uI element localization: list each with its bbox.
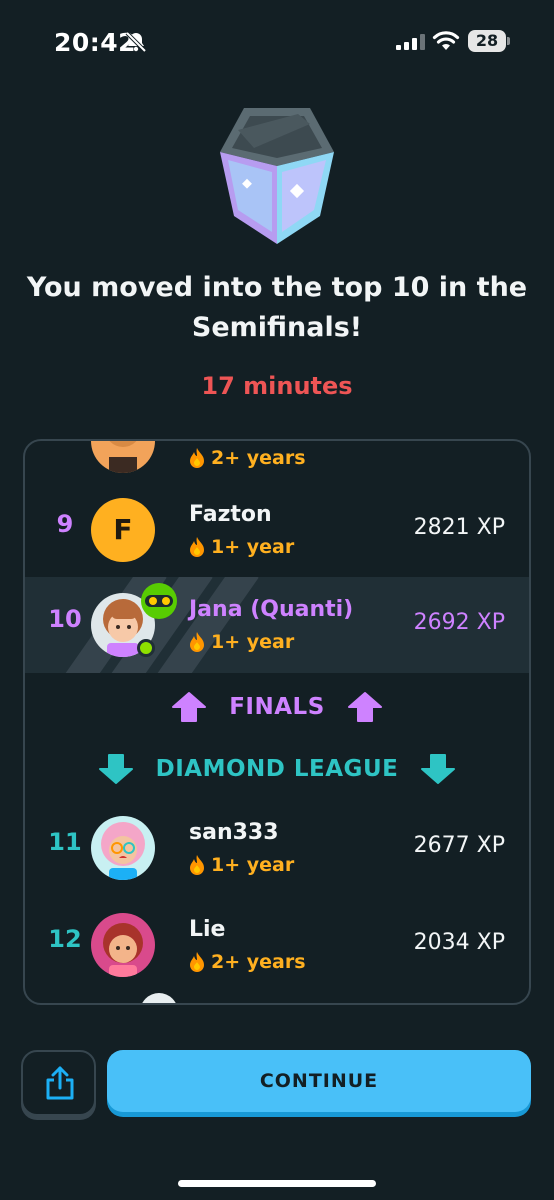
xp-value: 2034 XP [413,930,505,955]
rank-number: 11 [48,828,82,856]
streak-label: 2+ years [189,447,306,469]
flame-icon [190,537,204,557]
promotion-zone-divider: FINALS [25,687,529,727]
wifi-icon [432,31,460,50]
streak-label: 2+ years [189,951,306,973]
bell-off-icon [125,31,147,53]
status-bar: 20:42 28 [0,0,554,84]
user-name: Jana (Quanti) [189,597,354,622]
rank-number: 9 [56,510,74,538]
continue-button[interactable]: CONTINUE [107,1050,531,1112]
xp-value: 2677 XP [413,833,505,858]
battery-tip [507,37,510,45]
flame-icon [190,448,204,468]
demotion-zone-label: DIAMOND LEAGUE [155,756,399,782]
battery-icon: 28 [468,30,510,52]
leaderboard-row-current-user[interactable]: 10 Jana (Quanti) 1+ year 2692 XP [25,577,529,673]
leaderboard-card[interactable]: 2+ years 9 F Fazton 1+ year 2821 XP 10 J… [23,439,531,1005]
result-headline: You moved into the top 10 in the Semifin… [26,272,528,343]
time-remaining: 17 minutes [201,372,353,400]
leaderboard-row[interactable]: 9 F Fazton 1+ year 2821 XP [25,482,529,578]
arrow-down-icon [98,754,133,784]
avatar: F [91,498,155,562]
user-name: Lie [189,917,226,942]
home-indicator[interactable] [178,1180,376,1187]
flame-icon [190,855,204,875]
avatar [91,913,155,977]
leaderboard-row[interactable]: 12 Lie 2+ years 2034 XP [25,897,529,993]
arrow-up-icon [172,692,207,722]
rank-number: 10 [48,605,82,633]
streak-text: 1+ year [211,631,295,653]
streak-label: 1+ year [189,631,294,653]
streak-text: 2+ years [211,447,306,469]
share-icon [46,1066,74,1100]
battery-level: 28 [468,30,506,52]
league-result-screen: 20:42 28 You moved into the top 10 in th… [0,0,554,1200]
demotion-zone-divider: DIAMOND LEAGUE [25,749,529,789]
flame-icon [190,632,204,652]
streak-label: 1+ year [189,854,294,876]
streak-goggles-icon [141,583,177,619]
streak-text: 2+ years [211,951,306,973]
streak-label: 1+ year [189,536,294,558]
avatar [91,441,155,473]
diamond-league-trophy-icon [220,108,334,244]
user-name: Fazton [189,502,272,527]
avatar [91,816,155,880]
flame-icon [190,952,204,972]
rank-number: 12 [48,925,82,953]
user-name: san333 [189,820,279,845]
xp-value: 2692 XP [413,610,505,635]
arrow-down-icon [421,754,456,784]
online-status-indicator [137,639,155,657]
promotion-zone-label: FINALS [229,694,325,720]
arrow-up-icon [347,692,382,722]
avatar [140,993,178,1003]
cellular-signal-icon [396,34,425,50]
share-button[interactable] [21,1050,96,1116]
leaderboard-row[interactable]: 11 san333 1+ year 2677 XP [25,800,529,896]
streak-text: 1+ year [211,536,295,558]
streak-text: 1+ year [211,854,295,876]
xp-value: 2821 XP [413,515,505,540]
